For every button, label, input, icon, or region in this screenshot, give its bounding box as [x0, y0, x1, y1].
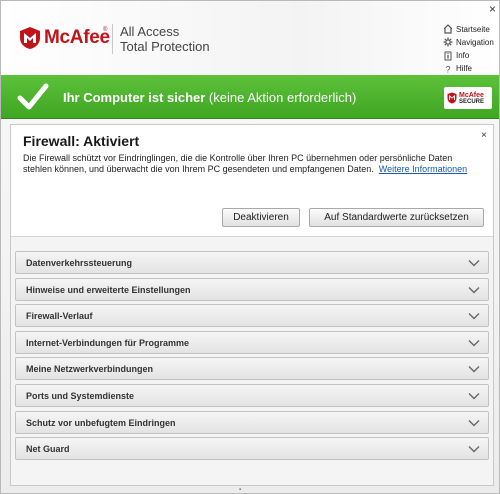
window-close-button[interactable]: × [489, 2, 496, 16]
section-datenverkehrssteuerung[interactable]: Datenverkehrssteuerung [15, 251, 489, 274]
top-nav: Startseite Navigation Info ? Hilfe [443, 23, 494, 76]
section-internet-verbindungen[interactable]: Internet-Verbindungen für Programme [15, 330, 489, 354]
chevron-down-icon [468, 339, 480, 347]
section-label: Net Guard [26, 444, 70, 455]
restore-defaults-button[interactable]: Auf Standardwerte zurücksetzen [309, 208, 484, 227]
nav-hilfe[interactable]: ? Hilfe [443, 63, 494, 75]
section-ports-systemdienste[interactable]: Ports und Systemdienste [15, 383, 489, 407]
chevron-down-icon [468, 392, 480, 400]
chevron-down-icon [468, 446, 480, 453]
nav-label: Info [456, 51, 470, 61]
status-headline: Ihr Computer ist sicher [63, 90, 206, 105]
resize-grip[interactable]: '''''''''' [239, 489, 242, 494]
gear-icon [443, 37, 453, 47]
section-net-guard[interactable]: Net Guard [15, 437, 489, 461]
firewall-title: Firewall: Aktiviert [23, 133, 140, 149]
nav-label: Navigation [456, 37, 494, 47]
chevron-down-icon [468, 419, 480, 427]
section-label: Internet-Verbindungen für Programme [26, 337, 190, 348]
help-icon: ? [446, 64, 451, 74]
product-name-line2: Total Protection [120, 39, 210, 54]
info-icon [444, 51, 452, 61]
home-icon [443, 24, 453, 34]
badge-secure: SECURE [459, 98, 485, 105]
firewall-description: Die Firewall schützt vor Eindringlingen,… [23, 153, 483, 174]
nav-label: Startseite [456, 24, 490, 34]
panel-close-button[interactable]: × [481, 130, 487, 141]
badge-brand: McAfee [459, 91, 484, 99]
section-netzwerkverbindungen[interactable]: Meine Netzwerkverbindungen [15, 357, 489, 381]
section-label: Firewall-Verlauf [26, 311, 93, 322]
settings-sections: Datenverkehrssteuerung Hinweise und erwe… [15, 251, 489, 464]
chevron-down-icon [468, 313, 480, 320]
mcafee-shield-icon [20, 27, 40, 49]
section-label: Schutz vor unbefugtem Eindringen [26, 417, 176, 428]
status-message: Ihr Computer ist sicher (keine Aktion er… [63, 90, 356, 105]
section-label: Ports und Systemdienste [26, 390, 135, 401]
checkmark-icon [17, 83, 49, 110]
more-info-link[interactable]: Weitere Informationen [379, 164, 467, 174]
deactivate-button[interactable]: Deaktivieren [222, 208, 300, 227]
section-hinweise[interactable]: Hinweise und erweiterte Einstellungen [15, 277, 489, 301]
firewall-panel: Firewall: Aktiviert × Die Firewall schüt… [10, 124, 494, 486]
app-header: McAfee ® All Access Total Protection × S… [1, 1, 499, 75]
trademark-mark: ® [103, 27, 108, 33]
nav-label: Hilfe [456, 64, 473, 74]
section-label: Datenverkehrssteuerung [26, 258, 133, 268]
product-name-line1: All Access [120, 24, 180, 39]
section-firewall-verlauf[interactable]: Firewall-Verlauf [15, 304, 489, 328]
secure-shield-icon [447, 92, 457, 104]
status-detail: (keine Aktion erforderlich) [205, 90, 357, 105]
nav-navigation[interactable]: Navigation [443, 36, 494, 48]
nav-startseite[interactable]: Startseite [443, 23, 494, 35]
chevron-down-icon [468, 366, 480, 373]
svg-text:?: ? [446, 64, 451, 74]
section-label: Meine Netzwerkverbindungen [26, 364, 154, 375]
chevron-down-icon [468, 260, 480, 267]
badge-text: McAfee SECURE [459, 92, 484, 105]
section-label: Hinweise und erweiterte Einstellungen [26, 284, 191, 295]
brand-logo: McAfee [44, 27, 110, 48]
mcafee-window: McAfee ® All Access Total Protection × S… [0, 0, 500, 494]
header-divider [112, 24, 113, 54]
mcafee-secure-badge: McAfee SECURE [444, 87, 492, 109]
firewall-summary: Firewall: Aktiviert × Die Firewall schüt… [11, 125, 493, 237]
chevron-down-icon [468, 286, 480, 294]
section-schutz-eindringen[interactable]: Schutz vor unbefugtem Eindringen [15, 410, 489, 434]
status-bar: Ihr Computer ist sicher (keine Aktion er… [1, 75, 499, 119]
nav-info[interactable]: Info [443, 50, 494, 62]
